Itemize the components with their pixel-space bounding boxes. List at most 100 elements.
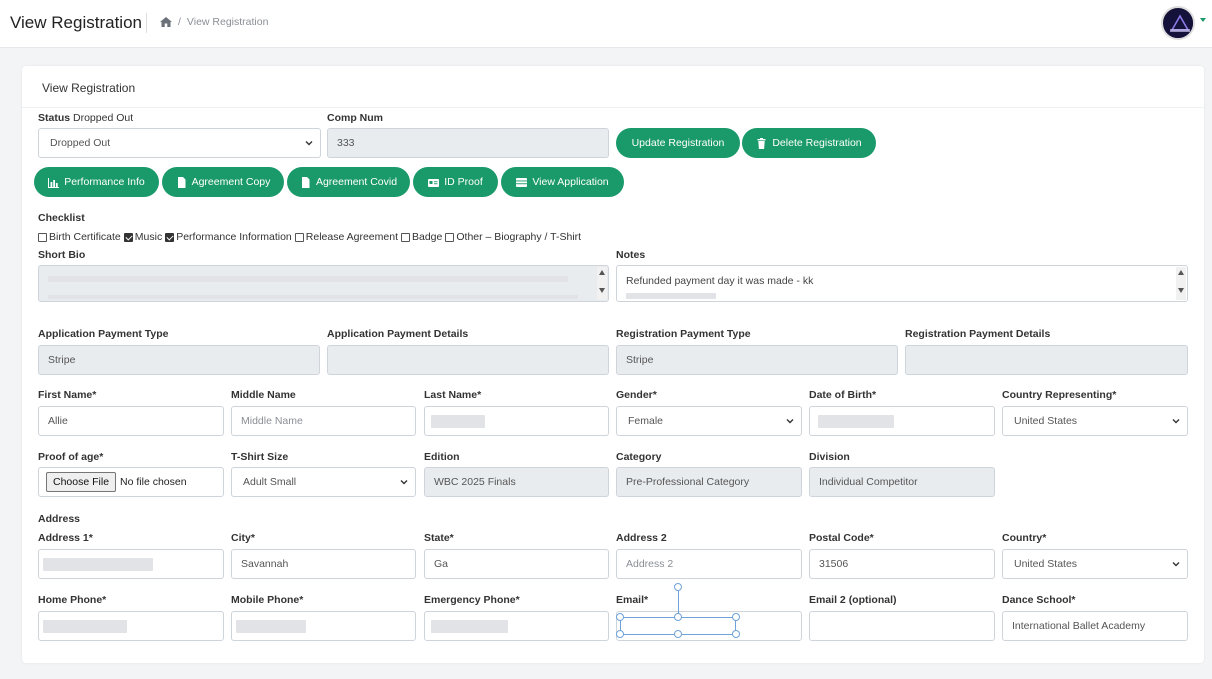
trash-icon	[757, 137, 766, 149]
status-select[interactable]: Dropped Out	[38, 128, 321, 158]
emergency-phone-label: Emergency Phone*	[424, 594, 520, 606]
chevron-down-icon	[1172, 419, 1180, 424]
breadcrumb-separator: /	[178, 16, 181, 28]
reg-payment-type-label: Registration Payment Type	[616, 328, 751, 340]
checkbox[interactable]	[38, 232, 47, 242]
email2-field[interactable]	[809, 611, 995, 641]
update-registration-button[interactable]: Update Registration	[616, 128, 740, 158]
last-name-field[interactable]	[424, 406, 609, 436]
country-label: Country*	[1002, 532, 1047, 544]
category-field[interactable]: Pre-Professional Category	[616, 467, 802, 497]
reg-payment-details-field[interactable]	[905, 345, 1188, 375]
breadcrumb-current: View Registration	[186, 16, 269, 28]
top-bar: View Registration / View Registration	[0, 0, 1212, 48]
card-header: View Registration	[22, 66, 1204, 108]
mobile-phone-field[interactable]	[231, 611, 416, 641]
home-phone-label: Home Phone*	[38, 594, 107, 606]
scrollbar[interactable]	[597, 267, 607, 300]
email2-label: Email 2 (optional)	[809, 594, 897, 606]
tshirt-size-label: T-Shirt Size	[231, 451, 289, 463]
performance-info-button[interactable]: Performance Info	[34, 167, 159, 197]
resize-handle[interactable]	[616, 630, 624, 638]
comp-num-field[interactable]: 333	[327, 128, 609, 158]
delete-registration-button[interactable]: Delete Registration	[742, 128, 876, 158]
notes-textarea[interactable]: Refunded payment day it was made - kk	[616, 265, 1188, 302]
edition-label: Edition	[424, 451, 460, 463]
resize-handle[interactable]	[732, 630, 740, 638]
chevron-down-icon	[400, 480, 408, 485]
state-field[interactable]: Ga	[424, 549, 609, 579]
file-icon	[177, 176, 186, 188]
file-status: No file chosen	[120, 476, 187, 488]
checkbox[interactable]	[294, 232, 304, 242]
dance-school-field[interactable]: International Ballet Academy	[1002, 611, 1188, 641]
resize-handle[interactable]	[674, 613, 682, 621]
status-label: Status Dropped Out	[38, 112, 134, 124]
file-icon	[301, 176, 310, 188]
page-title: View Registration	[10, 13, 142, 32]
home-phone-field[interactable]	[38, 611, 224, 641]
dob-field[interactable]	[809, 406, 995, 436]
chevron-down-icon	[1172, 562, 1180, 567]
checklist-item-music[interactable]: Music	[123, 231, 162, 243]
proof-of-age-label: Proof of age*	[38, 451, 104, 463]
agreement-copy-button[interactable]: Agreement Copy	[162, 167, 284, 197]
postal-code-field[interactable]: 31506	[809, 549, 995, 579]
checkbox[interactable]	[165, 232, 175, 242]
chevron-down-icon[interactable]	[1200, 18, 1206, 22]
edition-field[interactable]: WBC 2025 Finals	[424, 467, 609, 497]
middle-name-field[interactable]: Middle Name	[231, 406, 416, 436]
address1-field[interactable]	[38, 549, 224, 579]
choose-file-button[interactable]: Choose File	[46, 472, 117, 492]
country-select[interactable]: United States	[1002, 549, 1188, 579]
first-name-field[interactable]: Allie	[38, 406, 224, 436]
resize-handle[interactable]	[732, 613, 740, 621]
view-application-button[interactable]: View Application	[501, 167, 624, 197]
address2-label: Address 2	[616, 532, 667, 544]
resize-handle[interactable]	[616, 613, 624, 621]
resize-handle[interactable]	[674, 630, 682, 638]
avatar[interactable]	[1161, 6, 1195, 40]
bar-chart-icon	[48, 177, 60, 188]
app-payment-type-field[interactable]: Stripe	[38, 345, 320, 375]
app-payment-type-label: Application Payment Type	[38, 328, 169, 340]
redacted-text	[236, 619, 306, 633]
checklist-item-birth-certificate[interactable]: Birth Certificate	[38, 231, 121, 243]
checklist-item-badge[interactable]: Badge	[401, 231, 442, 243]
city-label: City*	[231, 532, 255, 544]
proof-of-age-file-input[interactable]: Choose File No file chosen	[38, 467, 224, 497]
short-bio-label: Short Bio	[38, 249, 86, 261]
emergency-phone-field[interactable]	[424, 611, 609, 641]
dob-label: Date of Birth*	[809, 389, 877, 401]
status-current: Dropped Out	[73, 112, 134, 124]
address2-field[interactable]: Address 2	[616, 549, 802, 579]
city-field[interactable]: Savannah	[231, 549, 416, 579]
mobile-phone-label: Mobile Phone*	[231, 594, 304, 606]
division-field[interactable]: Individual Competitor	[809, 467, 995, 497]
redacted-text	[43, 557, 153, 571]
checklist-item-release-agreement[interactable]: Release Agreement	[294, 231, 398, 243]
id-proof-button[interactable]: ID Proof	[413, 167, 498, 197]
reg-payment-type-field[interactable]: Stripe	[616, 345, 898, 375]
chevron-down-icon	[786, 419, 794, 424]
scrollbar[interactable]	[1176, 267, 1186, 300]
app-payment-details-label: Application Payment Details	[327, 328, 469, 340]
rotate-handle[interactable]	[674, 583, 682, 591]
agreement-covid-button[interactable]: Agreement Covid	[287, 167, 410, 197]
redacted-text	[626, 293, 716, 299]
checkbox[interactable]	[445, 232, 455, 242]
home-icon[interactable]	[160, 17, 172, 27]
logo-icon	[1164, 9, 1193, 38]
app-payment-details-field[interactable]	[327, 345, 609, 375]
tshirt-size-select[interactable]: Adult Small	[231, 467, 416, 497]
breadcrumb: / View Registration	[160, 16, 268, 28]
division-label: Division	[809, 451, 850, 463]
checklist-item-other[interactable]: Other – Biography / T-Shirt	[445, 231, 581, 243]
redacted-text	[48, 295, 578, 299]
short-bio-textarea[interactable]	[38, 265, 609, 302]
gender-select[interactable]: Female	[616, 406, 802, 436]
checkbox[interactable]	[401, 232, 410, 242]
checkbox[interactable]	[123, 232, 133, 242]
country-representing-select[interactable]: United States	[1002, 406, 1188, 436]
checklist-item-performance-information[interactable]: Performance Information	[165, 231, 292, 243]
